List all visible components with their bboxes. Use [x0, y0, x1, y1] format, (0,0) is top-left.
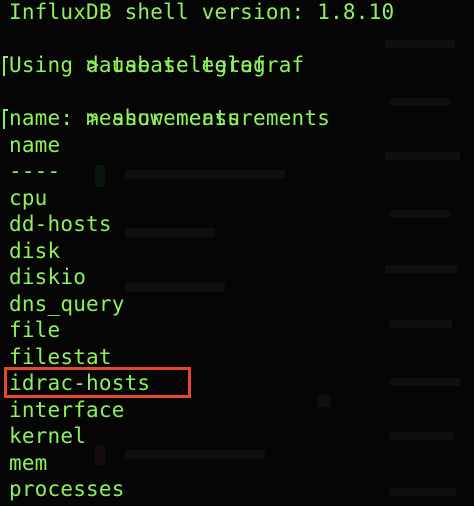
- measurement-item: mem: [9, 450, 48, 475]
- shell-version-line: InfluxDB shell version: 1.8.10: [9, 0, 395, 24]
- measurement-item: filestat: [9, 344, 112, 369]
- measurement-item: disk: [9, 238, 61, 263]
- prompt-symbol: >: [86, 53, 99, 77]
- background-artifact: [390, 488, 456, 496]
- selection-bracket-icon: [3, 56, 8, 76]
- terminal-output[interactable]: InfluxDB shell version: 1.8.10 > use tel…: [3, 0, 395, 503]
- measurement-item: dd-hosts: [9, 212, 112, 236]
- column-separator: ----: [9, 159, 61, 183]
- background-artifact: [390, 432, 454, 440]
- background-artifact: [385, 265, 457, 273]
- background-artifact: [390, 98, 450, 106]
- column-header: name: [9, 132, 61, 157]
- measurement-item: interface: [9, 397, 125, 422]
- prompt-symbol: >: [86, 106, 99, 130]
- measurement-item: cpu: [9, 185, 48, 210]
- background-artifact: [385, 152, 460, 160]
- command-line-show[interactable]: > show measurements: [3, 79, 394, 130]
- command-line-use[interactable]: > use telegraf: [3, 26, 394, 77]
- terminal-window[interactable]: InfluxDB shell version: 1.8.10 > use tel…: [0, 0, 474, 506]
- measurement-item: file: [9, 318, 61, 342]
- measurement-item: dns_query: [9, 291, 125, 316]
- background-artifact: [390, 378, 460, 386]
- background-artifact: [385, 40, 455, 48]
- command-text: use telegraf: [111, 53, 266, 77]
- background-artifact: [390, 210, 450, 218]
- command-text: show measurements: [111, 106, 331, 130]
- background-artifact: [390, 320, 452, 328]
- measurement-item: kernel: [9, 424, 87, 448]
- measurement-item: processes: [9, 477, 125, 501]
- selection-bracket-icon: [3, 109, 8, 129]
- measurement-item-highlighted: idrac-hosts: [9, 371, 151, 395]
- measurement-item: diskio: [9, 265, 87, 289]
